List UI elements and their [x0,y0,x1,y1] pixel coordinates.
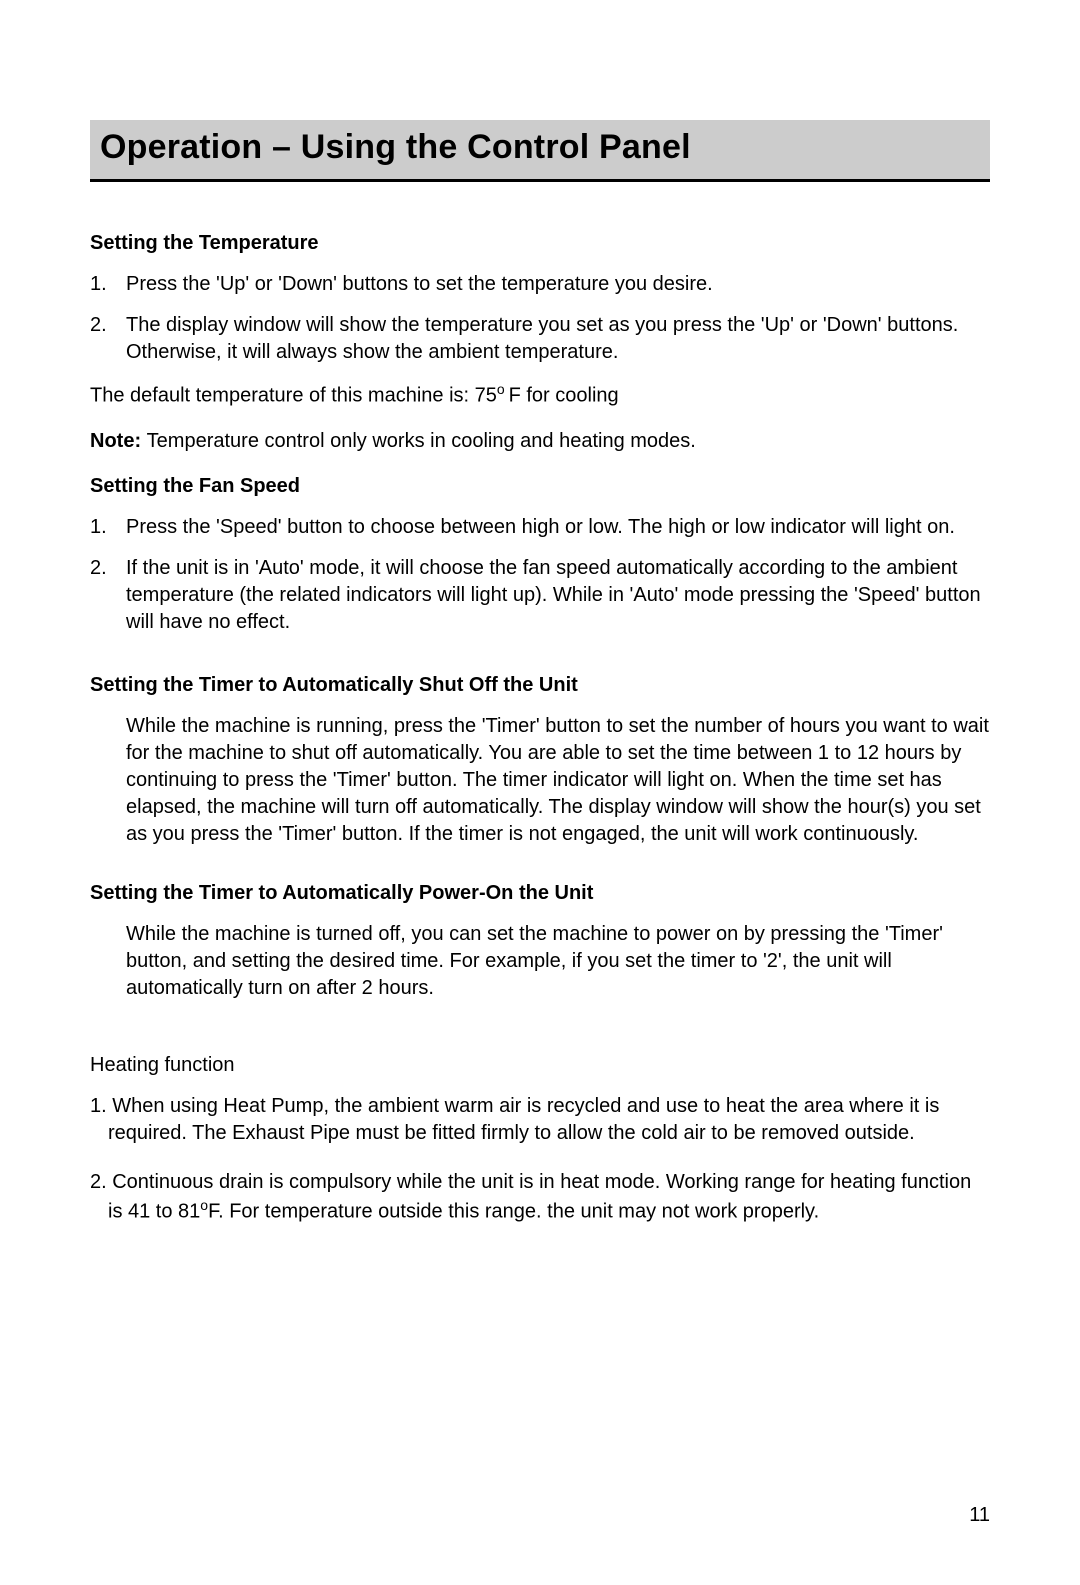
heating-item-2: 2. Continuous drain is compulsory while … [90,1169,990,1226]
heading-heating-function: Heating function [90,1052,990,1079]
list-number: 1. [90,271,126,298]
list-text: Press the 'Up' or 'Down' buttons to set … [126,271,990,298]
note-text: Temperature control only works in coolin… [147,430,696,452]
section-title-bar: Operation – Using the Control Panel [90,120,990,182]
list-number: 1. [90,514,126,541]
body-text: While the machine is turned off, you can… [126,921,990,1002]
paragraph-timer-power-on: While the machine is turned off, you can… [90,921,990,1002]
list-text: If the unit is in 'Auto' mode, it will c… [126,555,990,636]
list-setting-temperature: 1. Press the 'Up' or 'Down' buttons to s… [90,271,990,366]
list-number: 2. [90,555,126,636]
note-temperature-control: Note: Temperature control only works in … [90,430,990,453]
list-setting-fan-speed: 1. Press the 'Speed' button to choose be… [90,514,990,636]
heating-item-1: 1. When using Heat Pump, the ambient war… [90,1093,990,1147]
page-number: 11 [969,1504,990,1527]
heading-setting-temperature: Setting the Temperature [90,232,990,255]
page-title: Operation – Using the Control Panel [100,128,980,167]
list-item: 1. Press the 'Speed' button to choose be… [90,514,990,541]
degree-symbol: o [200,1197,208,1213]
heading-timer-power-on: Setting the Timer to Automatically Power… [90,882,990,905]
default-temp-prefix: The default temperature of this machine … [90,385,497,407]
default-temperature-line: The default temperature of this machine … [90,380,990,410]
body-text: While the machine is running, press the … [126,713,990,848]
degree-symbol: o [497,381,509,397]
heading-setting-fan-speed: Setting the Fan Speed [90,475,990,498]
list-item: 2. The display window will show the temp… [90,312,990,366]
list-item: 1. Press the 'Up' or 'Down' buttons to s… [90,271,990,298]
list-number: 2. [90,312,126,366]
heading-timer-shut-off: Setting the Timer to Automatically Shut … [90,674,990,697]
default-temp-suffix: F for cooling [509,385,619,407]
list-item: 2. If the unit is in 'Auto' mode, it wil… [90,555,990,636]
heating-item-2-suffix: F. For temperature outside this range. t… [208,1200,819,1222]
note-label: Note: [90,430,147,452]
list-text: Press the 'Speed' button to choose betwe… [126,514,990,541]
document-page: Operation – Using the Control Panel Sett… [0,0,1080,1585]
list-text: The display window will show the tempera… [126,312,990,366]
paragraph-timer-shut-off: While the machine is running, press the … [90,713,990,848]
